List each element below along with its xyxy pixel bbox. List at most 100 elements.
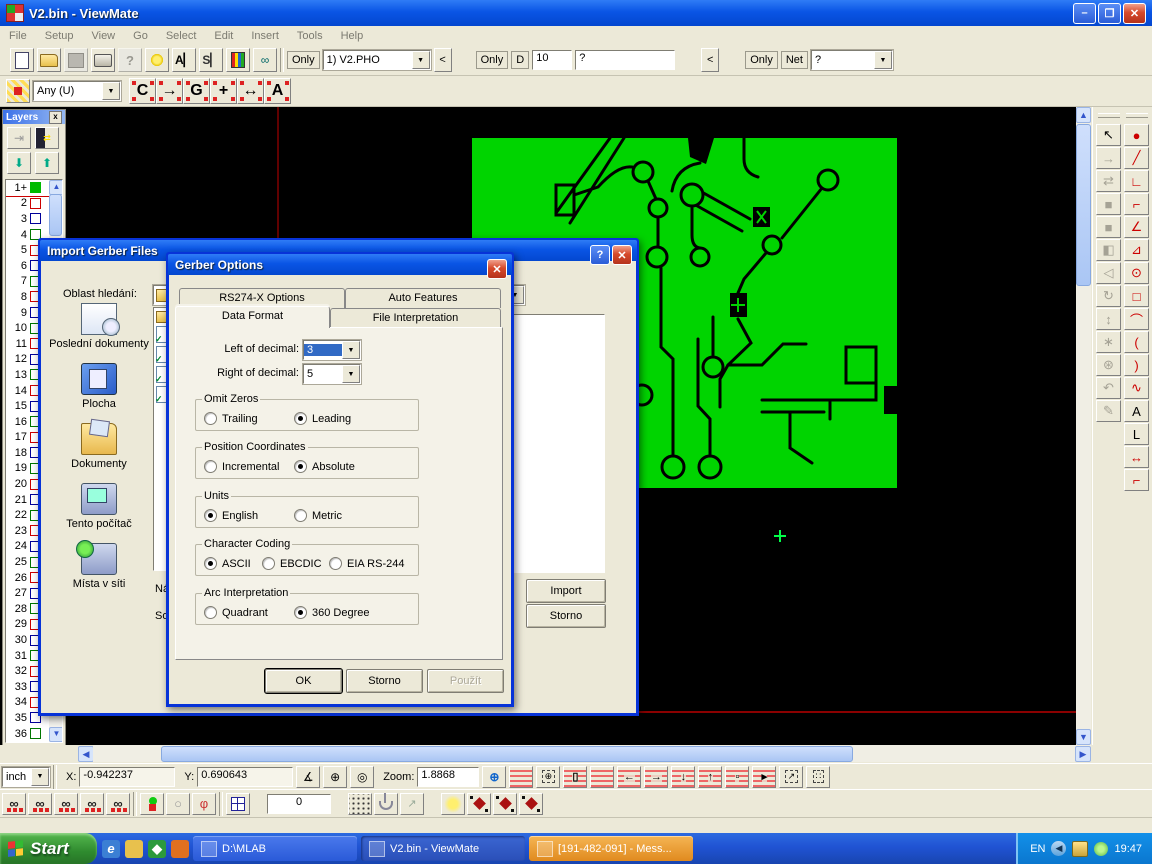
scroll-left-icon[interactable]: ◀: [78, 746, 94, 762]
gerber-options-titlebar[interactable]: Gerber Options: [168, 254, 512, 275]
pad-diamond-c-icon[interactable]: [519, 793, 543, 815]
highlight-film-icon[interactable]: [509, 766, 533, 788]
zoom-value-input[interactable]: 1.8868: [417, 767, 479, 787]
language-indicator[interactable]: EN: [1030, 843, 1045, 855]
view-sketch-icon[interactable]: ∞: [106, 793, 130, 815]
layer-up-button[interactable]: ⬆: [35, 152, 59, 174]
radio-english[interactable]: English: [204, 509, 258, 522]
tab-file-interpretation[interactable]: File Interpretation: [330, 308, 501, 328]
relative-origin-icon[interactable]: ◎: [350, 766, 374, 788]
draw-triangle-tool[interactable]: ⊿: [1124, 239, 1149, 261]
move-item-tool[interactable]: →: [1096, 147, 1121, 169]
only-net-button[interactable]: Only: [745, 51, 778, 69]
grid-shift-icon[interactable]: ▸: [752, 766, 776, 788]
edit-vertex-tool[interactable]: ✎: [1096, 400, 1121, 422]
count-field[interactable]: 0: [267, 794, 331, 814]
cancel-button[interactable]: Storno: [346, 669, 423, 693]
task-v2-bin-viewmate[interactable]: V2.bin - ViewMate: [361, 836, 525, 861]
radio-metric[interactable]: Metric: [294, 509, 342, 522]
select-text-button[interactable]: A: [264, 78, 291, 104]
gerber-options-close-button[interactable]: ✕: [487, 259, 507, 279]
fill-square2-tool[interactable]: ■: [1096, 216, 1121, 238]
scroll-right-icon[interactable]: ▶: [1075, 746, 1091, 762]
flash-highlight-icon-button[interactable]: [145, 48, 169, 72]
layer-color-swatch[interactable]: [30, 198, 41, 209]
layers-panel-titlebar[interactable]: Layers x: [3, 110, 65, 124]
select-swap-button[interactable]: ↔: [237, 78, 264, 104]
layer-down-button[interactable]: ⬇: [7, 152, 31, 174]
settings-tool[interactable]: ⊛: [1096, 354, 1121, 376]
measure-view-icon-button[interactable]: ∞: [253, 48, 277, 72]
import-cancel-button[interactable]: Storno: [526, 604, 606, 628]
dialog-help-button[interactable]: ?: [590, 245, 610, 265]
place-desktop[interactable]: Plocha: [49, 363, 149, 410]
place-network-places[interactable]: Místa v síti: [49, 543, 149, 590]
draw-pad-tool[interactable]: ●: [1124, 124, 1149, 146]
aperture-list-icon-button[interactable]: A▏: [172, 48, 196, 72]
view-traces-icon[interactable]: ∞: [80, 793, 104, 815]
radio-ebcdic[interactable]: EBCDIC: [262, 557, 322, 570]
select-flash-button[interactable]: +: [210, 78, 237, 104]
menu-insert[interactable]: Insert: [242, 28, 288, 44]
unit-combo[interactable]: inch ▼: [2, 767, 50, 787]
tab-auto-features[interactable]: Auto Features: [345, 288, 501, 308]
layer-scroll-up-icon[interactable]: ▲: [49, 180, 63, 195]
menu-view[interactable]: View: [82, 28, 124, 44]
snap-move-icon[interactable]: ↗: [400, 793, 424, 815]
firefox-icon[interactable]: [171, 840, 189, 858]
select-component-button[interactable]: C: [129, 78, 156, 104]
radio-ascii[interactable]: ASCII: [204, 557, 251, 570]
pan-up-icon[interactable]: ↑: [698, 766, 722, 788]
view-pads-icon[interactable]: ∞: [54, 793, 78, 815]
draw-arc-ccw-tool[interactable]: ): [1124, 354, 1149, 376]
flip-tool[interactable]: ◁: [1096, 262, 1121, 284]
draw-outline-tool[interactable]: ⌐: [1124, 469, 1149, 491]
layer-colors-icon-button[interactable]: [226, 48, 250, 72]
menu-help[interactable]: Help: [332, 28, 373, 44]
layer-combo[interactable]: 1) V2.PHO ▼: [323, 50, 431, 70]
new-file-icon-button[interactable]: [10, 48, 34, 72]
net-combo[interactable]: ? ▼: [811, 50, 893, 70]
pad-diamond-s-icon[interactable]: [493, 793, 517, 815]
prev-dcode-button[interactable]: <: [701, 48, 719, 72]
minimize-button[interactable]: –: [1073, 3, 1096, 24]
tray-messenger-icon[interactable]: [1094, 842, 1108, 856]
only-dcode-button[interactable]: Only: [476, 51, 509, 69]
origin-crosshair-icon[interactable]: ⊕: [323, 766, 347, 788]
ok-button[interactable]: OK: [265, 669, 342, 693]
dcode-input[interactable]: 10: [532, 50, 572, 70]
grid-dots-icon[interactable]: [348, 793, 372, 815]
draw-polyline-tool[interactable]: ∟: [1124, 170, 1149, 192]
zoom-in-icon[interactable]: ⊕: [482, 766, 506, 788]
radio-trailing[interactable]: Trailing: [204, 412, 258, 425]
draw-rectangle-tool[interactable]: □: [1124, 285, 1149, 307]
lamp-off-icon[interactable]: ○: [166, 793, 190, 815]
tab-rs274x-options[interactable]: RS274-X Options: [179, 288, 345, 308]
task--191-482-091-mess-[interactable]: [191-482-091] - Mess...: [529, 836, 693, 861]
radio-leading[interactable]: Leading: [294, 412, 351, 425]
angle-measure-icon[interactable]: ∡: [296, 766, 320, 788]
draw-circle-tool[interactable]: ⊙: [1124, 262, 1149, 284]
radio-360-degree[interactable]: 360 Degree: [294, 606, 370, 619]
layer-setup-button[interactable]: ⇄: [35, 127, 59, 149]
v-scrollbar[interactable]: ▲ ▼: [1076, 107, 1091, 745]
any-selection-combo[interactable]: Any (U) ▼: [33, 81, 121, 101]
view-layers-icon[interactable]: ∞: [28, 793, 52, 815]
ie-icon[interactable]: e: [102, 840, 120, 858]
radio-incremental[interactable]: Incremental: [204, 460, 279, 473]
h-scroll-thumb[interactable]: [161, 746, 853, 762]
rotate-tool[interactable]: ↻: [1096, 285, 1121, 307]
restore-button[interactable]: ❐: [1098, 3, 1121, 24]
draw-angle-arc-tool[interactable]: ∠: [1124, 216, 1149, 238]
draw-arc-cw-tool[interactable]: (: [1124, 331, 1149, 353]
copy-item-tool[interactable]: ⇄: [1096, 170, 1121, 192]
print-icon-button[interactable]: [91, 48, 115, 72]
toolbar-grip[interactable]: [1098, 113, 1120, 118]
place-recent-documents[interactable]: Poslední dokumenty: [49, 303, 149, 350]
layer-combo-arrow[interactable]: ▼: [412, 51, 430, 69]
radio-eia-rs-244[interactable]: EIA RS-244: [329, 557, 404, 570]
prev-layer-button[interactable]: <: [434, 48, 452, 72]
right-of-decimal-combo[interactable]: 5 ▼: [303, 364, 361, 384]
scroll-down-icon[interactable]: ▼: [1076, 729, 1091, 745]
place-documents[interactable]: Dokumenty: [49, 423, 149, 470]
